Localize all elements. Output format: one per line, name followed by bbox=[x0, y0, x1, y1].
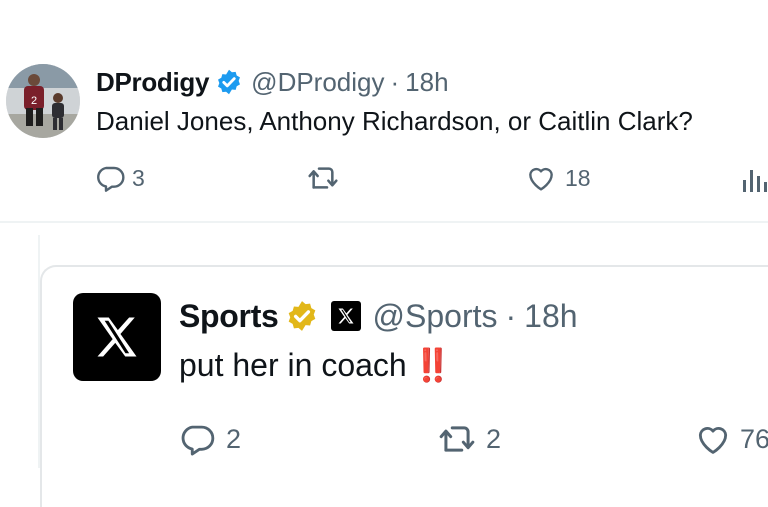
views-button[interactable] bbox=[740, 164, 768, 194]
reply-icon bbox=[97, 166, 125, 192]
author-name[interactable]: Sports bbox=[179, 298, 279, 335]
repost-button[interactable] bbox=[306, 162, 346, 194]
verified-badge-icon bbox=[215, 68, 243, 96]
tweet-header: Sports @Sports · 18h bbox=[179, 294, 578, 338]
repost-icon bbox=[308, 167, 338, 189]
repost-icon bbox=[439, 426, 475, 452]
repost-button[interactable]: 2 bbox=[436, 420, 501, 458]
author-handle[interactable]: @DProdigy bbox=[251, 67, 384, 98]
svg-text:2: 2 bbox=[31, 95, 37, 107]
author-handle[interactable]: @Sports bbox=[373, 298, 498, 335]
views-icon bbox=[743, 170, 767, 192]
like-icon bbox=[529, 167, 553, 191]
repost-count: 2 bbox=[486, 423, 502, 454]
gold-check-icon bbox=[285, 299, 319, 333]
reply-button[interactable]: 2 bbox=[178, 420, 241, 458]
like-button[interactable]: 76 bbox=[694, 420, 768, 458]
like-icon bbox=[698, 427, 728, 454]
reply-text: put her in coach ‼️ bbox=[179, 346, 453, 384]
reply-text-body: put her in coach bbox=[179, 346, 407, 383]
avatar[interactable] bbox=[73, 293, 161, 381]
separator-dot: · bbox=[505, 297, 517, 334]
affiliate-badge-icon[interactable] bbox=[330, 301, 361, 331]
x-logo-icon bbox=[97, 317, 137, 357]
timestamp[interactable]: 18h bbox=[524, 298, 577, 335]
separator-dot: · bbox=[390, 66, 400, 97]
like-count: 76 bbox=[740, 423, 768, 454]
timestamp[interactable]: 18h bbox=[405, 67, 448, 98]
reply-count: 2 bbox=[226, 423, 242, 454]
avatar[interactable]: 2 bbox=[6, 64, 80, 138]
avatar-photo: 2 bbox=[6, 64, 80, 138]
divider bbox=[0, 221, 768, 223]
author-name[interactable]: DProdigy bbox=[96, 67, 209, 98]
reply-icon bbox=[181, 425, 215, 456]
tweet-text: Daniel Jones, Anthony Richardson, or Cai… bbox=[96, 106, 693, 136]
reply-button[interactable]: 3 bbox=[94, 162, 145, 194]
reply-count: 3 bbox=[132, 164, 145, 191]
like-button[interactable]: 18 bbox=[525, 162, 591, 194]
like-count: 18 bbox=[565, 164, 591, 191]
tweet-header: DProdigy @DProdigy · 18h bbox=[96, 64, 449, 100]
double-exclamation-emoji: ‼️ bbox=[412, 347, 453, 383]
